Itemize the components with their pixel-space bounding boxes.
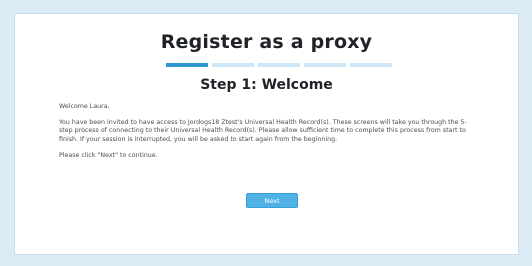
progress-segment-5 (350, 63, 392, 67)
next-button[interactable]: Next (246, 193, 298, 208)
page-title: Register as a proxy (160, 31, 373, 53)
progress-segment-3 (258, 63, 300, 67)
progress-segment-1 (166, 63, 208, 67)
welcome-message: Welcome Laura, You have been invited to … (59, 103, 479, 168)
progress-segment-2 (212, 63, 254, 67)
step-title: Step 1: Welcome (200, 77, 333, 93)
progress-segment-4 (304, 63, 346, 67)
intro-paragraph: You have been invited to have access to … (59, 119, 467, 143)
greeting-text: Welcome Laura, (59, 103, 110, 110)
step-progress-bar (166, 63, 392, 67)
instruction-text: Please click "Next" to continue. (59, 151, 158, 159)
